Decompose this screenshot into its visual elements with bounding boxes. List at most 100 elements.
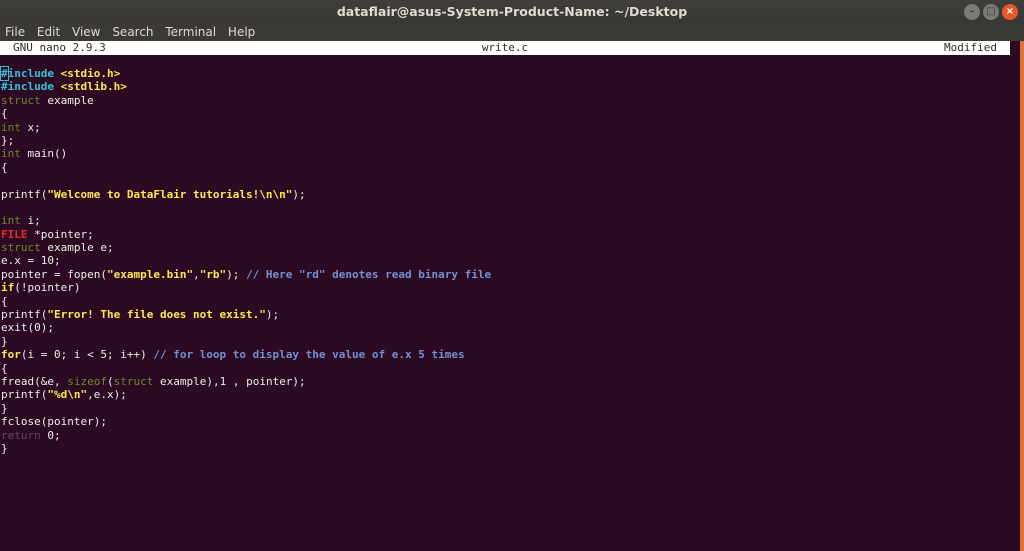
nano-header-bar: GNU nano 2.9.3 write.c Modified — [0, 41, 1010, 55]
code-token: (!pointer) — [14, 281, 81, 295]
code-token: ); — [226, 267, 247, 281]
code-token: { — [1, 294, 8, 308]
code-token: return — [1, 428, 41, 442]
code-line: printf("Welcome to DataFlair tutorials!\… — [1, 188, 491, 201]
code-token: sizeof — [67, 374, 107, 388]
code-token: { — [1, 361, 8, 375]
code-line: printf("Error! The file does not exist."… — [1, 308, 491, 321]
code-token: for — [1, 348, 21, 362]
code-token: } — [1, 334, 8, 348]
code-token: struct — [1, 241, 41, 255]
code-token: ( — [106, 374, 114, 388]
code-token: printf( — [1, 187, 48, 201]
window-titlebar: dataflair@asus-System-Product-Name: ~/De… — [0, 0, 1024, 24]
code-token: example — [40, 93, 94, 107]
nano-modified-status: Modified — [944, 41, 997, 54]
code-token: "example.bin" — [106, 267, 194, 281]
window-controls: – □ × — [964, 4, 1018, 20]
close-icon: × — [1005, 6, 1015, 17]
code-token: } — [1, 401, 8, 415]
code-line: #include <stdio.h> — [0, 66, 491, 81]
code-line: { — [1, 161, 491, 174]
maximize-button[interactable]: □ — [983, 4, 999, 20]
code-line: exit(0); — [1, 321, 491, 334]
code-line: fread(&e, sizeof(struct example),1 , poi… — [1, 375, 491, 388]
code-token: i; — [20, 214, 41, 228]
code-line: int x; — [1, 121, 491, 134]
code-token: { — [1, 107, 8, 121]
code-line: printf("%d\n",e.x); — [1, 388, 491, 401]
window-title: dataflair@asus-System-Product-Name: ~/De… — [336, 4, 688, 19]
code-line: { — [1, 295, 491, 308]
code-token: { — [1, 160, 8, 174]
code-token: FILE — [1, 227, 28, 241]
menu-terminal[interactable]: Terminal — [165, 25, 216, 39]
code-line: } — [1, 335, 491, 348]
minimize-icon: – — [969, 6, 975, 17]
code-line: int i; — [1, 214, 491, 227]
code-token: int — [1, 147, 21, 161]
code-line: int main() — [1, 147, 491, 160]
code-token: int — [1, 214, 21, 228]
code-line: struct example e; — [1, 241, 491, 254]
code-token: *pointer; — [27, 227, 94, 241]
code-token: example),1 , pointer); — [153, 374, 306, 388]
code-token: <stdio.h> — [60, 67, 121, 80]
code-token: , — [193, 267, 200, 281]
code-token: ); — [292, 187, 306, 201]
code-token: ,e.x); — [87, 388, 127, 402]
menu-file[interactable]: File — [5, 25, 25, 39]
code-token: // Here "rd" denotes read binary file — [246, 267, 492, 281]
menu-help[interactable]: Help — [228, 25, 255, 39]
code-token: struct — [113, 374, 154, 388]
code-token: 0; — [40, 428, 61, 442]
code-token: example e; — [40, 241, 114, 255]
code-token: fclose(pointer); — [1, 415, 107, 429]
code-token: main() — [20, 147, 68, 161]
code-token: "Error! The file does not exist." — [47, 308, 266, 322]
code-token: x; — [20, 120, 41, 134]
menu-view[interactable]: View — [72, 25, 100, 39]
code-line: struct example — [1, 94, 491, 107]
code-token: int — [1, 120, 21, 134]
code-token: printf( — [1, 388, 48, 402]
code-token: e.x = 10; — [1, 254, 61, 268]
code-token: #include — [1, 80, 54, 94]
code-token: } — [1, 441, 8, 455]
code-line: #include <stdlib.h> — [1, 80, 491, 93]
code-token: if — [1, 281, 15, 295]
code-token: printf( — [1, 308, 48, 322]
terminal-scrollbar[interactable] — [1020, 41, 1024, 551]
code-token: exit(0); — [1, 321, 54, 335]
code-line: for(i = 0; i < 5; i++) // for loop to di… — [1, 348, 491, 361]
code-editor[interactable]: #include <stdio.h> #include <stdlib.h> str… — [0, 66, 491, 455]
close-button[interactable]: × — [1002, 4, 1018, 20]
code-line: } — [1, 442, 491, 455]
text-cursor: # — [0, 66, 9, 81]
minimize-button[interactable]: – — [964, 4, 980, 20]
code-token: #include — [0, 66, 54, 81]
code-token: "rb" — [199, 267, 227, 281]
code-line: }; — [1, 134, 491, 147]
code-line: pointer = fopen("example.bin","rb"); // … — [1, 268, 491, 281]
code-line: } — [1, 402, 491, 415]
code-line: return 0; — [1, 429, 491, 442]
code-line: if(!pointer) — [1, 281, 491, 294]
code-token: pointer = fopen( — [1, 267, 107, 281]
menu-bar: File Edit View Search Terminal Help — [0, 24, 1024, 41]
code-token: ); — [265, 308, 280, 322]
nano-filename: write.c — [481, 41, 529, 54]
menu-edit[interactable]: Edit — [37, 25, 60, 39]
code-line: FILE *pointer; — [1, 228, 491, 241]
code-token: fread(&e, — [1, 374, 68, 388]
menu-search[interactable]: Search — [112, 25, 153, 39]
code-line: fclose(pointer); — [1, 415, 491, 428]
code-token: "Welcome to DataFlair tutorials!\n\n" — [47, 187, 293, 201]
code-line: e.x = 10; — [1, 254, 491, 267]
code-token: <stdlib.h> — [60, 80, 127, 94]
code-token: "%d\n" — [47, 388, 88, 402]
code-token: }; — [1, 133, 15, 147]
